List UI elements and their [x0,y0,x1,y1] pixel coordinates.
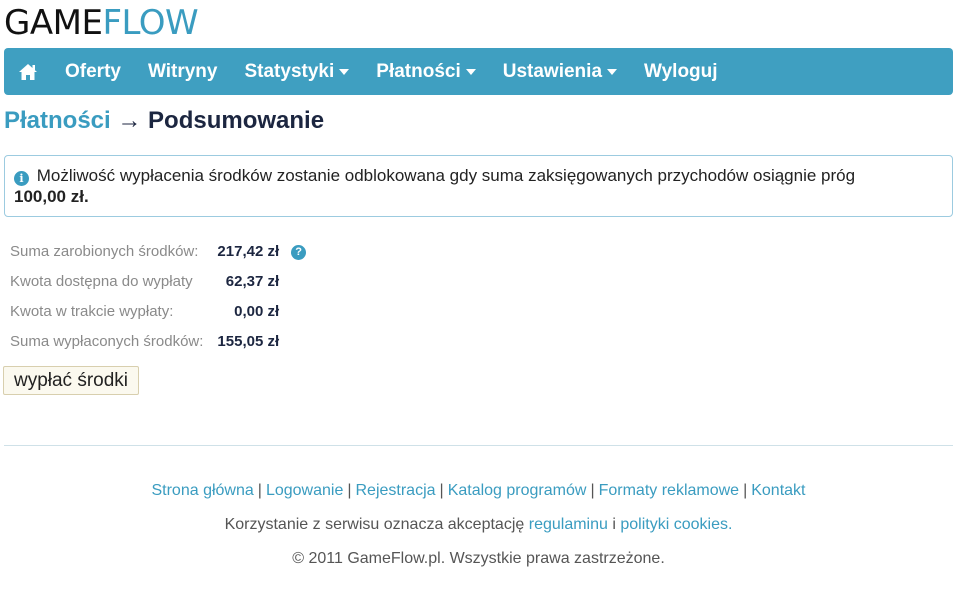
terms-link-regulamin[interactable]: regulaminu [529,516,608,533]
nav-ustawienia-label: Ustawienia [502,60,603,82]
summary-row: Kwota w trakcie wypłaty: 0,00 zł [10,296,306,326]
nav-wyloguj[interactable]: Wyloguj [644,61,718,83]
terms-mid: i [612,516,616,533]
nav-wyloguj-label: Wyloguj [644,60,718,82]
breadcrumb-platnosci[interactable]: Płatności [4,107,111,134]
terms-suffix: . [727,516,733,533]
summary-value: 0,00 zł [234,302,280,320]
terms-prefix: Korzystanie z serwisu oznacza akceptację [224,516,525,533]
summary-label: Suma zarobionych środków: [10,242,199,260]
page-title: Płatności → Podsumowanie [4,106,324,136]
breadcrumb-arrow: → [117,107,142,134]
caret-down-icon [465,68,476,75]
footer-link-catalog[interactable]: Katalog programów [448,482,587,499]
footer-link-login[interactable]: Logowanie [266,482,343,499]
main-navbar: Oferty Witryny Statystyki Płatności Usta… [4,48,953,95]
footer-link-register[interactable]: Rejestracja [356,482,436,499]
footer-link-home[interactable]: Strona główna [151,482,253,499]
footer-link-contact[interactable]: Kontakt [751,482,805,499]
breadcrumb-current: Podsumowanie [148,107,325,134]
withdraw-button[interactable]: wypłać środki [3,366,139,395]
summary-label: Suma wypłaconych środków: [10,332,204,350]
info-alert: i Możliwość wypłacenia środków zostanie … [4,155,953,217]
summary-label: Kwota dostępna do wypłaty [10,272,193,290]
summary-value: 217,42 zł [217,242,280,260]
nav-ustawienia[interactable]: Ustawienia [502,60,618,83]
nav-platnosci[interactable]: Płatności [376,60,476,83]
footer-terms: Korzystanie z serwisu oznacza akceptację… [0,516,957,534]
payments-summary: Suma zarobionych środków: 217,42 zł ? Kw… [10,236,307,356]
alert-text: Możliwość wypłacenia środków zostanie od… [36,166,856,185]
nav-oferty-label: Oferty [65,60,121,82]
caret-down-icon [339,68,350,75]
summary-row: Suma zarobionych środków: 217,42 zł ? [10,236,307,266]
alert-amount: 100,00 zł. [14,187,89,206]
logo[interactable]: GAMEFLOW [4,3,199,43]
terms-link-cookies[interactable]: polityki cookies [620,516,728,533]
home-icon [19,63,37,80]
nav-witryny-label: Witryny [147,60,218,82]
nav-witryny[interactable]: Witryny [148,61,218,83]
nav-home[interactable] [18,63,38,81]
summary-row: Kwota dostępna do wypłaty 62,37 zł [10,266,306,296]
caret-down-icon [607,68,618,75]
nav-oferty[interactable]: Oferty [65,61,121,83]
summary-value: 62,37 zł [225,272,280,290]
logo-flow: FLOW [102,3,199,43]
summary-row: Suma wypłaconych środków: 155,05 zł [10,326,306,356]
footer-divider [4,445,953,446]
nav-statystyki[interactable]: Statystyki [244,60,350,83]
footer-links: Strona główna | Logowanie | Rejestracja | Kata… [151,482,806,499]
footer-link-formats[interactable]: Formaty reklamowe [599,482,739,499]
copyright: © 2011 GameFlow.pl. Wszystkie prawa zast… [292,550,665,567]
help-icon[interactable]: ? [291,245,307,260]
nav-statystyki-label: Statystyki [244,60,335,82]
summary-value: 155,05 zł [217,332,280,350]
logo-game: GAME [4,3,103,43]
info-icon: i [14,171,29,186]
summary-label: Kwota w trakcie wypłaty: [10,302,174,320]
nav-platnosci-label: Płatności [376,60,461,82]
